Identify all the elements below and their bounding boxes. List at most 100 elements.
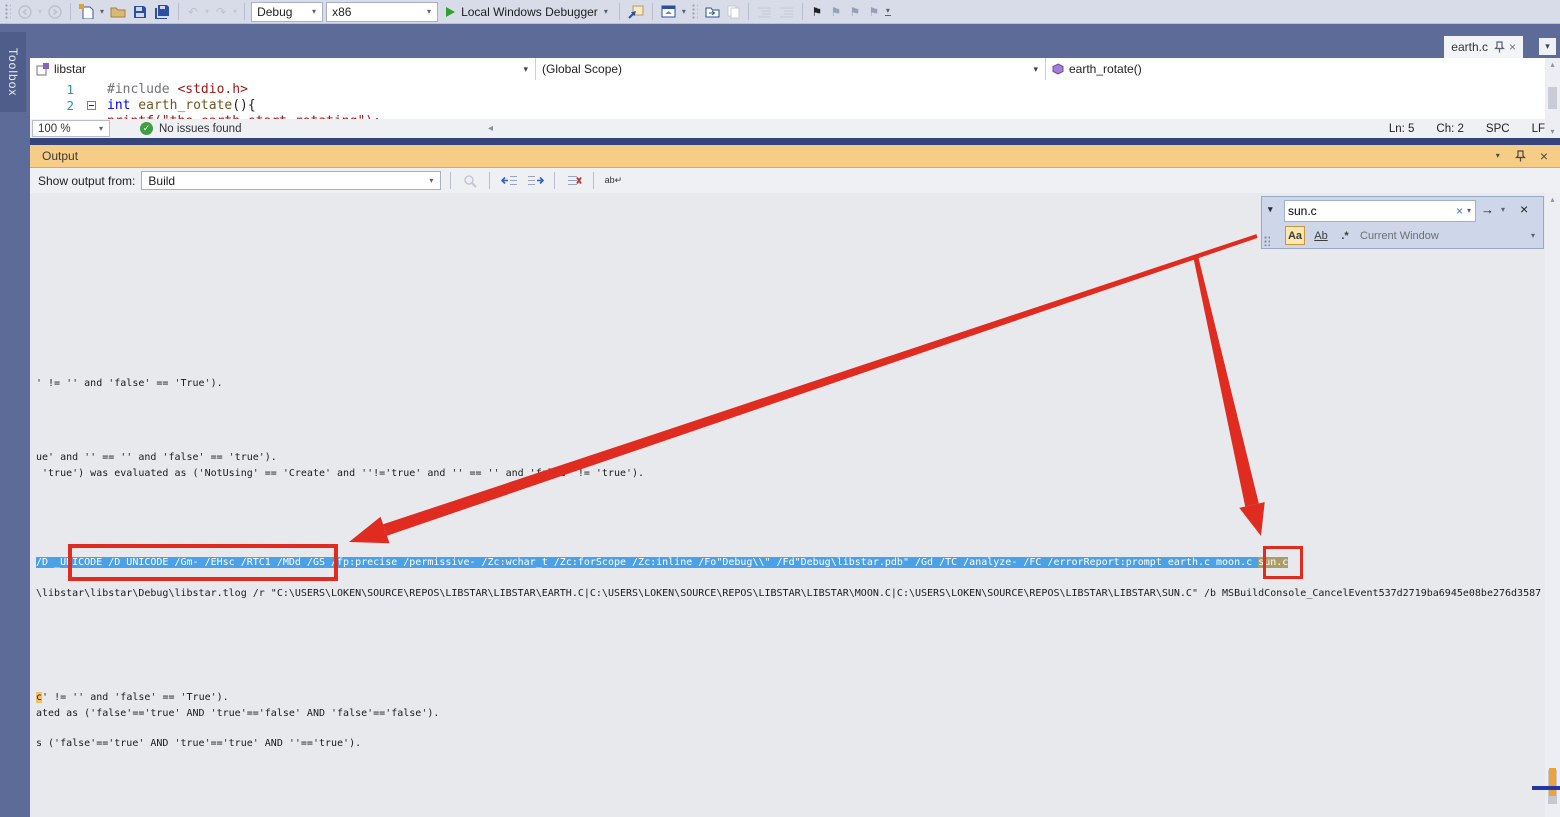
panel-splitter[interactable] [30,138,1560,145]
project-dropdown[interactable]: libstar ▾ [30,58,536,80]
start-debugging-dropdown[interactable]: ▾ [603,8,609,16]
save-button[interactable] [131,2,149,22]
clear-search-icon[interactable]: × [1456,204,1463,218]
previous-bookmark-button[interactable]: ⚑ [828,2,844,22]
increase-indent-button[interactable] [777,2,796,22]
window-position-dropdown-icon[interactable]: ▾ [1495,152,1501,160]
fold-column[interactable] [84,101,98,110]
previous-message-button[interactable] [499,171,519,191]
attach-icon [628,5,644,19]
attach-to-process-button[interactable] [626,2,646,22]
toggle-bookmark-button[interactable]: ⚑ [809,2,825,22]
resize-grip[interactable] [1264,236,1270,246]
find-message-button[interactable] [460,171,480,191]
document-health-indicator[interactable]: ✓ No issues found [140,122,241,135]
find-next-button[interactable]: → [1481,202,1494,217]
redo-button[interactable]: ↷ [213,2,229,22]
separator [748,3,749,20]
collapse-region-icon[interactable] [87,101,96,110]
new-file-dropdown[interactable]: ▾ [99,8,105,16]
platform-combobox[interactable]: x86 ▾ [326,2,438,22]
new-file-icon [79,4,94,19]
status-column[interactable]: Ch: 2 [1436,123,1464,135]
find-input-box[interactable]: × ▾ [1284,200,1476,222]
close-find-icon[interactable]: × [1520,201,1528,217]
separator [244,3,245,20]
zoom-combobox[interactable]: 100 % ▾ [32,120,110,137]
clear-bookmarks-button[interactable]: ⚑ [866,2,882,22]
find-next-dropdown-icon[interactable]: ▾ [1500,206,1506,214]
scroll-up-icon[interactable]: ▴ [1545,195,1560,204]
search-history-dropdown-icon[interactable]: ▾ [1466,207,1472,215]
pin-icon[interactable] [1515,150,1526,163]
save-icon [133,5,147,19]
solution-config-combobox[interactable]: Debug ▾ [251,2,323,22]
tab-list-dropdown-button[interactable]: ▾ [1539,38,1556,55]
clear-all-button[interactable] [564,171,584,191]
undo-button[interactable]: ↶ [185,2,201,22]
next-message-button[interactable] [525,171,545,191]
scrollbar-thumb[interactable] [1548,87,1557,109]
method-icon [1052,63,1064,75]
toolbar-grip[interactable] [692,4,698,20]
output-log[interactable]: ' != '' and 'false' == 'True'). ue' and … [30,193,1545,817]
output-vertical-scrollbar[interactable]: ▴ [1545,193,1560,817]
search-icon [463,174,477,188]
find-overlay: ▾ × ▾ → ▾ × Aa Ab .* Current Window ▾ [1261,196,1544,249]
code-line-2: 2 int earth_rotate(){ [30,97,256,113]
solution-explorer-dropdown[interactable]: ▾ [681,8,687,16]
chevron-down-icon: ▾ [98,125,104,133]
close-panel-icon[interactable]: × [1540,148,1548,164]
pin-icon[interactable] [1494,41,1505,54]
search-scope-dropdown[interactable]: Current Window [1360,226,1439,245]
toolbar-overflow-button[interactable]: ▾ [885,7,891,16]
close-tab-icon[interactable]: × [1509,40,1516,54]
undo-dropdown[interactable]: ▾ [204,8,210,16]
expand-find-icon[interactable]: ▾ [1268,204,1273,215]
navigate-back-dropdown[interactable]: ▾ [37,8,43,16]
code-text: #include <stdio.h> [107,82,248,97]
toggle-word-wrap-button[interactable]: ab↵ [603,171,623,191]
horizontal-scroll-left-icon[interactable]: ◂ [488,123,493,134]
open-file-button[interactable] [108,2,128,22]
output-source-combobox[interactable]: Build ▾ [141,171,441,190]
chevron-down-icon[interactable]: ▾ [1531,231,1535,240]
decrease-indent-icon [757,6,772,18]
status-encoding[interactable]: SPC [1486,123,1510,135]
save-all-button[interactable] [152,2,172,22]
punctuation: (){ [232,98,255,113]
toolbar-grip[interactable] [5,4,11,20]
start-debugging-button[interactable]: Local Windows Debugger ▾ [441,2,613,22]
tab-earth-c[interactable]: earth.c × [1444,36,1523,58]
match-case-toggle[interactable]: Aa [1285,226,1305,245]
use-regex-toggle[interactable]: .* [1336,226,1354,245]
separator [70,3,71,20]
scope-dropdown[interactable]: (Global Scope) ▾ [536,58,1046,80]
preprocessor-directive: #include [107,82,177,97]
code-editor[interactable]: 1 #include <stdio.h> 2 int earth_rotate(… [30,80,1560,119]
new-file-button[interactable] [77,2,96,22]
navigate-to-file-button[interactable] [703,2,722,22]
scroll-up-icon[interactable]: ▴ [1550,60,1554,69]
solution-explorer-button[interactable] [659,2,678,22]
redo-dropdown[interactable]: ▾ [232,8,238,16]
copy-button[interactable] [725,2,742,22]
project-name: libstar [54,62,86,76]
editor-vertical-scrollbar[interactable]: ▴ ▾ [1545,58,1560,138]
status-line[interactable]: Ln: 5 [1389,123,1415,135]
match-whole-word-toggle[interactable]: Ab [1311,226,1331,245]
navigate-back-button[interactable] [16,2,34,22]
scrollbar-caret-marker [1532,786,1560,790]
navigate-forward-button[interactable] [46,2,64,22]
scroll-down-icon[interactable]: ▾ [1550,127,1554,136]
output-line: ue' and '' == '' and 'false' == 'true'). [36,451,277,465]
output-title-bar[interactable]: Output ▾ × [30,145,1560,168]
status-eol[interactable]: LF [1532,123,1545,135]
code-line-1: 1 #include <stdio.h> [30,81,248,97]
next-bookmark-button[interactable]: ⚑ [847,2,863,22]
find-input[interactable] [1288,204,1453,218]
decrease-indent-button[interactable] [755,2,774,22]
toolbox-panel-tab[interactable]: Toolbox [0,32,26,112]
editor-navigation-bar: libstar ▾ (Global Scope) ▾ earth_rotate(… [30,58,1560,80]
member-dropdown[interactable]: earth_rotate() ▾ [1046,58,1560,80]
